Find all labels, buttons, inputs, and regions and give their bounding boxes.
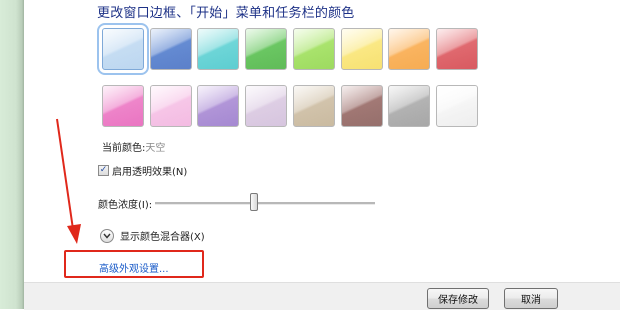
color-swatch-chocolate[interactable] <box>341 85 383 127</box>
window-left-edge <box>0 0 24 309</box>
swatch-gloss <box>246 29 286 69</box>
color-swatch-lavender[interactable] <box>245 85 287 127</box>
swatch-gloss <box>103 29 143 69</box>
transparency-checkbox[interactable]: ✓ <box>98 164 109 176</box>
color-swatch-ruby[interactable] <box>436 28 478 70</box>
color-intensity-label: 颜色浓度(I): <box>98 200 153 211</box>
current-color-label: 当前颜色: <box>102 143 146 154</box>
dialog-footer: 保存修改 取消 <box>24 282 620 310</box>
color-swatch-pumpkin[interactable] <box>388 28 430 70</box>
advanced-appearance-link[interactable]: 高级外观设置... <box>99 260 169 275</box>
swatch-gloss <box>198 29 238 69</box>
swatch-gloss <box>246 86 286 126</box>
chevron-down-icon[interactable] <box>100 228 114 243</box>
swatch-gloss <box>294 86 334 126</box>
color-swatch-frost[interactable] <box>436 85 478 127</box>
transparency-option[interactable]: ✓ 启用透明效果(N) <box>98 163 188 178</box>
page-title: 更改窗口边框、「开始」菜单和任务栏的颜色 <box>97 6 355 21</box>
swatch-gloss <box>389 86 429 126</box>
color-swatch-leaf[interactable] <box>245 28 287 70</box>
swatch-gloss <box>342 86 382 126</box>
transparency-label: 启用透明效果(N) <box>112 166 188 178</box>
swatch-gloss <box>437 29 477 69</box>
color-swatch-slate[interactable] <box>388 85 430 127</box>
color-swatch-lime[interactable] <box>293 28 335 70</box>
save-changes-button[interactable]: 保存修改 <box>427 288 489 309</box>
show-color-mixer[interactable]: 显示颜色混合器(X) <box>100 228 205 243</box>
color-intensity-slider-track[interactable] <box>155 202 375 205</box>
cancel-button[interactable]: 取消 <box>504 288 558 309</box>
personalization-color-panel: 更改窗口边框、「开始」菜单和任务栏的颜色 当前颜色:天空 ✓ 启用透明效果(N)… <box>24 0 620 282</box>
color-swatch-twilight[interactable] <box>150 28 192 70</box>
swatch-gloss <box>389 29 429 69</box>
color-swatch-taupe[interactable] <box>293 85 335 127</box>
swatch-gloss <box>151 29 191 69</box>
swatch-gloss <box>103 86 143 126</box>
color-swatch-sea[interactable] <box>197 28 239 70</box>
swatch-gloss <box>151 86 191 126</box>
swatch-gloss <box>342 29 382 69</box>
swatch-gloss <box>437 86 477 126</box>
color-swatch-fuchsia[interactable] <box>102 85 144 127</box>
color-swatch-blush[interactable] <box>150 85 192 127</box>
color-swatch-sky[interactable] <box>97 23 149 75</box>
show-color-mixer-label: 显示颜色混合器(X) <box>120 232 205 243</box>
current-color-row: 当前颜色:天空 <box>102 139 165 154</box>
swatch-gloss <box>294 29 334 69</box>
color-swatch-violet[interactable] <box>197 85 239 127</box>
current-color-value: 天空 <box>145 143 166 154</box>
color-intensity-slider-thumb[interactable] <box>250 193 258 211</box>
swatch-gloss <box>198 86 238 126</box>
color-swatch-lemon[interactable] <box>341 28 383 70</box>
